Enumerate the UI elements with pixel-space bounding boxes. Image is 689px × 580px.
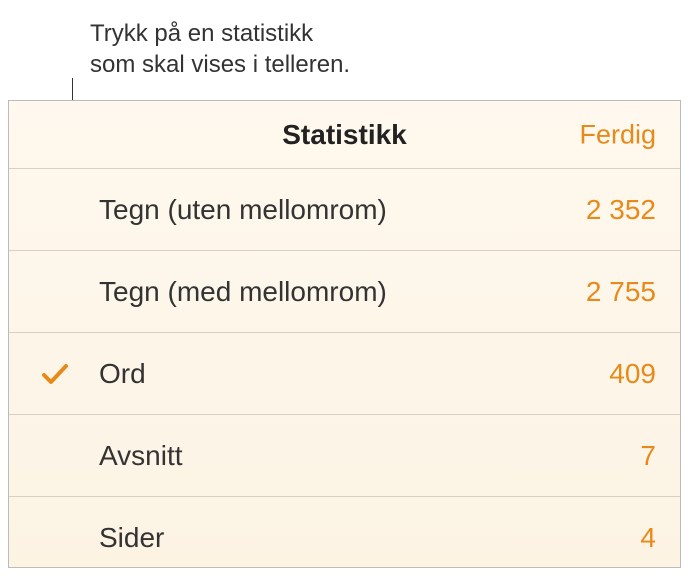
stat-row-chars-with-spaces[interactable]: Tegn (med mellomrom) 2 755 — [9, 251, 680, 333]
stat-label: Ord — [99, 358, 609, 390]
stat-value: 2 352 — [586, 194, 656, 226]
statistics-panel: Statistikk Ferdig Tegn (uten mellomrom) … — [8, 100, 681, 568]
panel-title: Statistikk — [282, 119, 407, 151]
stat-row-chars-no-spaces[interactable]: Tegn (uten mellomrom) 2 352 — [9, 169, 680, 251]
stat-label: Avsnitt — [99, 440, 640, 472]
stat-row-words[interactable]: Ord 409 — [9, 333, 680, 415]
callout-text: Trykk på en statistikksom skal vises i t… — [90, 18, 350, 80]
stat-row-pages[interactable]: Sider 4 — [9, 497, 680, 568]
stat-label: Tegn (med mellomrom) — [99, 276, 586, 308]
stat-row-paragraphs[interactable]: Avsnitt 7 — [9, 415, 680, 497]
stat-value: 2 755 — [586, 276, 656, 308]
done-button[interactable]: Ferdig — [579, 119, 656, 150]
stat-value: 4 — [640, 522, 656, 554]
checkmark-icon — [39, 358, 71, 390]
stat-value: 409 — [609, 358, 656, 390]
stat-value: 7 — [640, 440, 656, 472]
panel-header: Statistikk Ferdig — [9, 101, 680, 169]
stat-label: Tegn (uten mellomrom) — [99, 194, 586, 226]
stat-label: Sider — [99, 522, 640, 554]
